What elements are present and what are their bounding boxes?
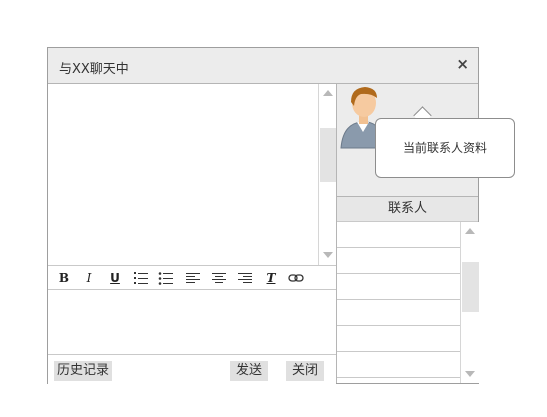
scroll-thumb[interactable] — [462, 262, 479, 312]
contact-info-tooltip: 当前联系人资料 — [375, 118, 515, 178]
message-scrollbar[interactable] — [318, 84, 337, 265]
contact-row-2[interactable] — [337, 248, 460, 274]
ordered-list-icon[interactable] — [133, 270, 149, 286]
contact-row-1[interactable] — [337, 222, 460, 248]
align-right-icon[interactable] — [237, 270, 253, 286]
contact-row-4[interactable] — [337, 300, 460, 326]
scroll-down-icon[interactable] — [461, 365, 479, 383]
underline-button[interactable]: U — [107, 270, 123, 286]
history-button[interactable]: 历史记录 — [54, 361, 113, 381]
contacts-header: 联系人 — [337, 196, 478, 222]
unordered-list-icon[interactable] — [158, 270, 174, 286]
contact-row-3[interactable] — [337, 274, 460, 300]
format-toolbar: B I U T — [48, 265, 336, 290]
link-icon[interactable] — [288, 270, 304, 286]
window-title: 与XX聊天中 — [59, 62, 129, 77]
message-history-area[interactable] — [48, 84, 318, 265]
send-button[interactable]: 发送 — [230, 361, 269, 381]
close-button[interactable]: 关闭 — [286, 361, 325, 381]
align-left-icon[interactable] — [185, 270, 201, 286]
title-bar: 与XX聊天中 × — [48, 48, 478, 84]
bold-button[interactable]: B — [56, 270, 72, 286]
bottom-bar: 历史记录 发送 关闭 — [48, 354, 336, 384]
scroll-up-icon[interactable] — [461, 222, 479, 240]
scroll-thumb[interactable] — [320, 128, 337, 182]
align-center-icon[interactable] — [211, 270, 227, 286]
scroll-down-icon[interactable] — [319, 246, 337, 264]
contacts-scrollbar[interactable] — [460, 222, 479, 383]
chat-window: 与XX聊天中 × B I U T 历史记录 发送 关闭 联系人 — [47, 47, 479, 384]
close-icon[interactable]: × — [456, 56, 469, 73]
scroll-up-icon[interactable] — [319, 84, 337, 102]
contact-row-6[interactable] — [337, 352, 460, 378]
clear-format-button[interactable]: T — [263, 270, 279, 286]
italic-button[interactable]: I — [81, 270, 97, 286]
contact-list — [337, 222, 460, 383]
message-input[interactable] — [48, 290, 336, 354]
contact-row-5[interactable] — [337, 326, 460, 352]
